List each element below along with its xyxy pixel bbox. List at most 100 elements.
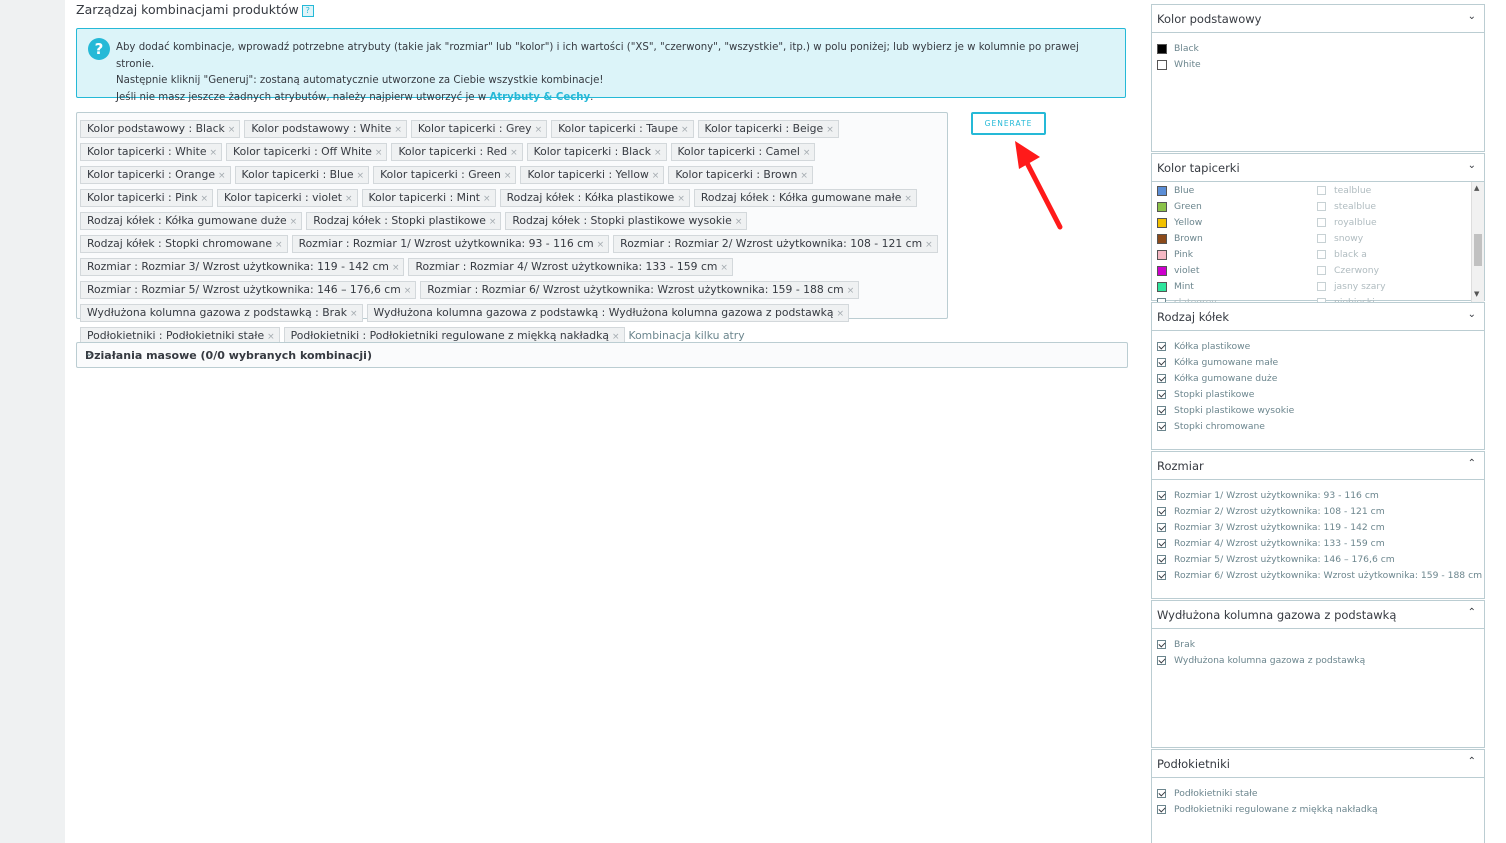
checkbox[interactable] [1157, 789, 1166, 798]
remove-tag-icon[interactable]: × [218, 171, 226, 181]
remove-tag-icon[interactable]: × [504, 171, 512, 181]
checkbox[interactable] [1157, 342, 1166, 351]
panel-header[interactable]: Rozmiar ⌃ [1152, 452, 1484, 480]
chevron-up-icon[interactable]: ⌃ [1468, 458, 1476, 469]
remove-tag-icon[interactable]: × [489, 217, 497, 227]
checkbox-option[interactable]: Rozmiar 4/ Wzrost użytkownika: 133 - 159… [1157, 536, 1484, 552]
color-option[interactable]: black a [1317, 247, 1386, 263]
chevron-down-icon[interactable]: ⌄ [85, 348, 1119, 359]
checkbox-option[interactable]: Rozmiar 1/ Wzrost użytkownika: 93 - 116 … [1157, 488, 1484, 504]
remove-tag-icon[interactable]: × [654, 148, 662, 158]
remove-tag-icon[interactable]: × [357, 171, 365, 181]
color-swatch[interactable] [1157, 266, 1167, 276]
remove-tag-icon[interactable]: × [720, 263, 728, 273]
color-swatch[interactable] [1157, 218, 1167, 228]
remove-tag-icon[interactable]: × [483, 194, 491, 204]
remove-tag-icon[interactable]: × [275, 240, 283, 250]
remove-tag-icon[interactable]: × [925, 240, 933, 250]
color-swatch[interactable] [1157, 250, 1167, 260]
remove-tag-icon[interactable]: × [800, 171, 808, 181]
color-swatch[interactable] [1157, 186, 1167, 196]
chevron-down-icon[interactable]: ⌄ [1468, 309, 1476, 320]
chevron-up-icon[interactable]: ⌃ [1468, 607, 1476, 618]
checkbox[interactable] [1157, 555, 1166, 564]
remove-tag-icon[interactable]: × [735, 217, 743, 227]
color-swatch[interactable] [1157, 60, 1167, 70]
checkbox-option[interactable]: Stopki chromowane [1157, 419, 1484, 435]
checkbox[interactable] [1317, 234, 1326, 243]
color-option[interactable]: niebieski [1317, 295, 1386, 302]
remove-tag-icon[interactable]: × [392, 263, 400, 273]
checkbox-option[interactable]: Kółka gumowane małe [1157, 355, 1484, 371]
checkbox-option[interactable]: Brak [1157, 637, 1484, 653]
checkbox-option[interactable]: Kółka plastikowe [1157, 339, 1484, 355]
panel-header[interactable]: Wydłużona kolumna gazowa z podstawką ⌃ [1152, 601, 1484, 629]
color-swatch[interactable] [1157, 44, 1167, 54]
checkbox[interactable] [1157, 422, 1166, 431]
panel-header[interactable]: Rodzaj kółek ⌄ [1152, 303, 1484, 331]
checkbox[interactable] [1157, 374, 1166, 383]
checkbox-option[interactable]: Stopki plastikowe [1157, 387, 1484, 403]
checkbox[interactable] [1157, 358, 1166, 367]
attribute-tags-field[interactable]: Kolor podstawowy : Black × Kolor podstawow… [76, 112, 948, 345]
checkbox[interactable] [1157, 406, 1166, 415]
chevron-down-icon[interactable]: ⌄ [1468, 11, 1476, 22]
checkbox[interactable] [1157, 571, 1166, 580]
remove-tag-icon[interactable]: × [677, 194, 685, 204]
remove-tag-icon[interactable]: × [228, 125, 236, 135]
checkbox-option[interactable]: Rozmiar 6/ Wzrost użytkownika: Wzrost uż… [1157, 568, 1484, 584]
checkbox[interactable] [1157, 656, 1166, 665]
remove-tag-icon[interactable]: × [200, 194, 208, 204]
remove-tag-icon[interactable]: × [350, 309, 358, 319]
checkbox-option[interactable]: Kółka gumowane duże [1157, 371, 1484, 387]
checkbox-option[interactable]: Podłokietniki stałe [1157, 786, 1484, 802]
checkbox-option[interactable]: Rozmiar 5/ Wzrost użytkownika: 146 – 176… [1157, 552, 1484, 568]
color-option[interactable]: Black [1157, 41, 1484, 57]
remove-tag-icon[interactable]: × [394, 125, 402, 135]
remove-tag-icon[interactable]: × [375, 148, 383, 158]
color-option[interactable]: tealblue [1317, 183, 1386, 199]
remove-tag-icon[interactable]: × [510, 148, 518, 158]
remove-tag-icon[interactable]: × [826, 125, 834, 135]
remove-tag-icon[interactable]: × [267, 332, 275, 342]
color-option[interactable]: stealblue [1317, 199, 1386, 215]
remove-tag-icon[interactable]: × [652, 171, 660, 181]
checkbox-option[interactable]: Podłokietniki regulowane z miękką nakład… [1157, 802, 1484, 818]
remove-tag-icon[interactable]: × [904, 194, 912, 204]
remove-tag-icon[interactable]: × [290, 217, 298, 227]
remove-tag-icon[interactable]: × [681, 125, 689, 135]
chevron-up-icon[interactable]: ⌃ [1468, 756, 1476, 767]
color-option[interactable]: jasny szary [1317, 279, 1386, 295]
help-icon[interactable]: ? [301, 4, 314, 17]
panel-header[interactable]: Kolor tapicerki ⌄ [1152, 154, 1484, 182]
checkbox[interactable] [1317, 202, 1326, 211]
color-option[interactable]: snowy [1317, 231, 1386, 247]
attributes-link[interactable]: Atrybuty & Cechy [489, 92, 590, 103]
checkbox[interactable] [1317, 266, 1326, 275]
remove-tag-icon[interactable]: × [404, 286, 412, 296]
color-option[interactable]: White [1157, 57, 1484, 73]
checkbox[interactable] [1317, 218, 1326, 227]
checkbox-option[interactable]: Wydłużona kolumna gazowa z podstawką [1157, 653, 1484, 669]
checkbox[interactable] [1157, 539, 1166, 548]
remove-tag-icon[interactable]: × [210, 148, 218, 158]
panel-header[interactable]: Podłokietniki ⌃ [1152, 750, 1484, 778]
checkbox[interactable] [1317, 186, 1326, 195]
remove-tag-icon[interactable]: × [847, 286, 855, 296]
panel-header[interactable]: Kolor podstawowy ⌄ [1152, 5, 1484, 33]
remove-tag-icon[interactable]: × [836, 309, 844, 319]
scrollbar[interactable]: ▲ ▼ [1471, 182, 1484, 302]
color-option[interactable]: royalblue [1317, 215, 1386, 231]
remove-tag-icon[interactable]: × [612, 332, 620, 342]
color-option[interactable]: Czerwony [1317, 263, 1386, 279]
checkbox[interactable] [1157, 390, 1166, 399]
checkbox-option[interactable]: Stopki plastikowe wysokie [1157, 403, 1484, 419]
scroll-thumb[interactable] [1474, 234, 1482, 266]
remove-tag-icon[interactable]: × [803, 148, 811, 158]
remove-tag-icon[interactable]: × [597, 240, 605, 250]
checkbox[interactable] [1157, 640, 1166, 649]
remove-tag-icon[interactable]: × [535, 125, 543, 135]
checkbox[interactable] [1157, 805, 1166, 814]
generate-button[interactable]: GENERATE [971, 112, 1046, 135]
checkbox[interactable] [1317, 250, 1326, 259]
